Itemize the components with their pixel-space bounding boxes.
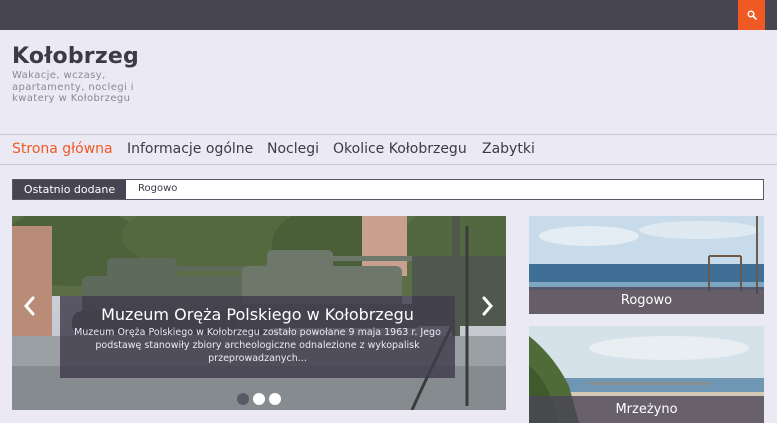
main-navigation: Strona główna Informacje ogólne Noclegi … bbox=[0, 134, 777, 165]
site-title[interactable]: Kołobrzeg bbox=[12, 44, 139, 69]
slide-caption: Muzeum Oręża Polskiego w Kołobrzegu Muze… bbox=[60, 296, 455, 378]
ticker-link[interactable]: Rogowo bbox=[138, 183, 177, 194]
site-description: Wakacje, wczasy, apartamenty, noclegi i … bbox=[12, 70, 134, 104]
search-icon bbox=[746, 10, 757, 20]
slider-prev-button[interactable] bbox=[19, 292, 39, 320]
post-card-mrzezyno[interactable]: Mrzeżyno bbox=[529, 326, 764, 423]
nav-item-general-info[interactable]: Informacje ogólne bbox=[127, 141, 253, 157]
nav-item-surroundings[interactable]: Okolice Kołobrzegu bbox=[333, 141, 467, 157]
slider-dot-1[interactable] bbox=[237, 393, 249, 405]
top-bar bbox=[0, 0, 777, 30]
chevron-left-icon bbox=[24, 296, 35, 316]
post-card-rogowo[interactable]: Rogowo bbox=[529, 216, 764, 314]
slider-next-button[interactable] bbox=[478, 292, 498, 320]
nav-item-accommodation[interactable]: Noclegi bbox=[267, 141, 319, 157]
slider-dot-2[interactable] bbox=[253, 393, 265, 405]
recent-posts-ticker: Ostatnio dodane Rogowo bbox=[12, 179, 764, 200]
post-card-title[interactable]: Mrzeżyno bbox=[529, 396, 764, 423]
nav-item-monuments[interactable]: Zabytki bbox=[482, 141, 535, 157]
nav-item-home[interactable]: Strona główna bbox=[12, 141, 113, 157]
chevron-right-icon bbox=[482, 296, 493, 316]
post-card-title[interactable]: Rogowo bbox=[529, 287, 764, 314]
slide-title[interactable]: Muzeum Oręża Polskiego w Kołobrzegu bbox=[60, 305, 455, 324]
slide-excerpt: Muzeum Oręża Polskiego w Kołobrzegu zost… bbox=[74, 327, 441, 364]
slider-dot-3[interactable] bbox=[269, 393, 281, 405]
search-button[interactable] bbox=[738, 0, 765, 30]
ticker-label: Ostatnio dodane bbox=[13, 180, 126, 199]
